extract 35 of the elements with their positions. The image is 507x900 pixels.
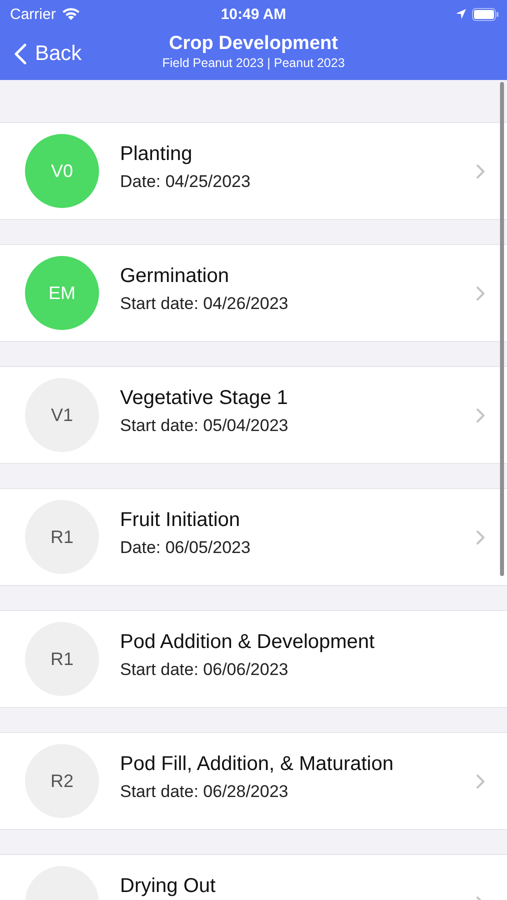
stage-title: Germination — [120, 265, 230, 288]
stage-row[interactable]: V1 Vegetative Stage 1 Start date: 05/04/2023 — [0, 366, 507, 464]
stage-title: Vegetative Stage 1 — [120, 387, 289, 410]
stage-title: Fruit Initiation — [120, 509, 242, 532]
stage-badge: R1 — [25, 500, 99, 574]
carrier-label: Carrier — [10, 6, 56, 22]
stage-row[interactable]: V0 Planting Date: 04/25/2023 — [0, 122, 507, 220]
location-arrow-icon — [455, 8, 467, 20]
stage-badge: V1 — [25, 378, 99, 452]
stage-date: Start date: 06/06/2023 — [120, 660, 290, 680]
stage-badge: EM — [25, 256, 99, 330]
stage-row[interactable]: EM Germination Start date: 04/26/2023 — [0, 244, 507, 342]
screen-title: Crop Development — [169, 33, 338, 55]
stage-row[interactable]: R2 Pod Fill, Addition, & Maturation Start date: 06/28/2023 — [0, 732, 507, 830]
wifi-icon — [60, 7, 81, 21]
stage-date: Start date: 06/28/2023 — [120, 782, 290, 802]
stage-badge: R1 — [25, 622, 99, 696]
stage-badge: V0 — [25, 134, 99, 208]
stage-date: Start date: 05/04/2023 — [120, 416, 290, 436]
battery-icon — [472, 8, 499, 20]
stage-title: Pod Addition & Development — [120, 631, 376, 654]
stage-title: Pod Fill, Addition, & Maturation — [120, 753, 394, 776]
screen-subtitle: Field Peanut 2023 | Peanut 2023 — [162, 56, 345, 70]
stage-row[interactable]: R1 Pod Addition & Development Start date: 06/06/2023 — [0, 610, 507, 708]
stage-row[interactable]: R1 Fruit Initiation Date: 06/05/2023 — [0, 488, 507, 586]
clock-time: 10:49 AM — [220, 6, 288, 22]
stage-row[interactable]: Drying Out — [0, 854, 507, 900]
stage-title: Drying Out — [120, 875, 217, 898]
stage-date: Start date: 04/26/2023 — [120, 294, 290, 314]
back-button[interactable]: Back — [0, 42, 86, 66]
stage-date: Date: 06/05/2023 — [120, 538, 252, 558]
stage-title: Planting — [120, 143, 194, 166]
chevron-left-icon — [14, 43, 27, 65]
stage-date: Date: 04/25/2023 — [120, 172, 252, 192]
stage-badge: R2 — [25, 744, 99, 818]
